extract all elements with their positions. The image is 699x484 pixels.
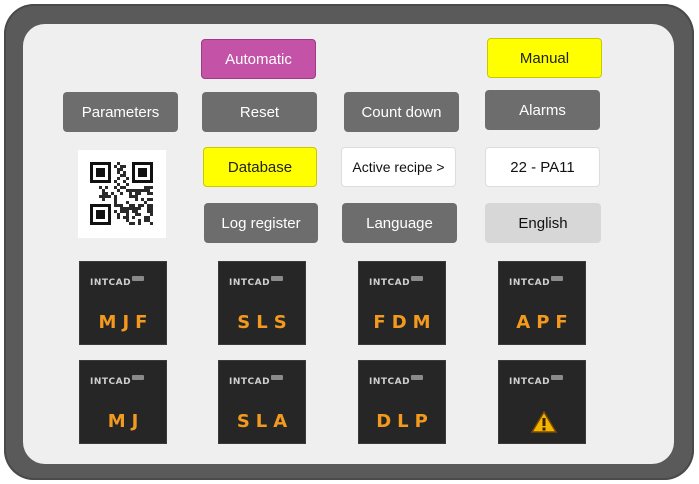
tile-brand-tag <box>411 276 423 281</box>
tile-apf[interactable]: INTCAD APF <box>498 261 586 345</box>
tile-alarm[interactable]: INTCAD <box>498 360 586 444</box>
tile-fdm[interactable]: INTCAD FDM <box>358 261 446 345</box>
qr-code-icon <box>78 150 166 238</box>
database-button[interactable]: Database <box>203 147 317 187</box>
tile-brand-tag <box>271 276 283 281</box>
log-register-button[interactable]: Log register <box>204 203 318 243</box>
manual-button[interactable]: Manual <box>487 38 602 78</box>
tile-mj[interactable]: INTCAD MJ <box>79 360 167 444</box>
tile-brand-logo: INTCAD <box>369 377 411 387</box>
reset-button[interactable]: Reset <box>202 92 317 132</box>
language-value: English <box>485 203 601 243</box>
tile-brand-tag <box>271 375 283 380</box>
tile-sls-label: SLS <box>237 312 293 333</box>
tile-dlp-label: DLP <box>376 411 434 432</box>
tile-brand-logo: INTCAD <box>229 278 271 288</box>
recipe-value: 22 - PA11 <box>485 147 600 187</box>
tile-dlp[interactable]: INTCAD DLP <box>358 360 446 444</box>
countdown-button[interactable]: Count down <box>344 92 459 132</box>
tile-sls[interactable]: INTCAD SLS <box>218 261 306 345</box>
tile-brand-tag <box>132 375 144 380</box>
tile-mj-label: MJ <box>107 411 145 432</box>
parameters-button[interactable]: Parameters <box>63 92 178 132</box>
tile-sla-label: SLA <box>236 411 294 432</box>
tile-fdm-label: FDM <box>373 312 437 333</box>
automatic-button[interactable]: Automatic <box>201 39 316 79</box>
language-button[interactable]: Language <box>342 203 457 243</box>
tile-brand-logo: INTCAD <box>90 278 132 288</box>
tile-sla[interactable]: INTCAD SLA <box>218 360 306 444</box>
tile-mjf-label: MJF <box>98 312 154 333</box>
tile-brand-logo: INTCAD <box>509 278 551 288</box>
tile-apf-label: APF <box>516 312 574 333</box>
warning-icon <box>531 411 557 433</box>
tile-brand-logo: INTCAD <box>90 377 132 387</box>
tile-brand-tag <box>551 276 563 281</box>
tile-brand-tag <box>411 375 423 380</box>
tile-brand-tag <box>132 276 144 281</box>
tile-brand-logo: INTCAD <box>509 377 551 387</box>
tile-brand-tag <box>551 375 563 380</box>
tile-brand-logo: INTCAD <box>229 377 271 387</box>
alarms-button[interactable]: Alarms <box>485 90 600 130</box>
active-recipe-label: Active recipe > <box>341 147 456 187</box>
tile-mjf[interactable]: INTCAD MJF <box>79 261 167 345</box>
tile-brand-logo: INTCAD <box>369 278 411 288</box>
